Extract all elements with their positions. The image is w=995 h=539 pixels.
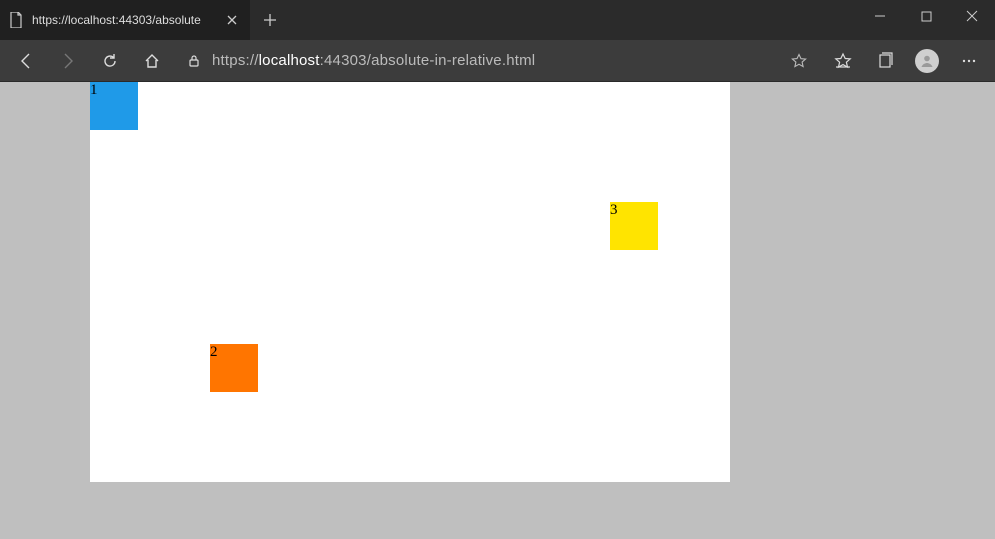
url-path: /absolute-in-relative.html (367, 52, 536, 69)
lock-icon (182, 54, 206, 68)
url-port: :44303 (320, 52, 367, 69)
box-label: 2 (210, 344, 218, 360)
window-minimize-button[interactable] (857, 0, 903, 32)
profile-button[interactable] (907, 43, 947, 79)
window-titlebar: https://localhost:44303/absolute (0, 0, 995, 40)
address-bar[interactable]: https://localhost:44303/absolute-in-rela… (178, 45, 817, 77)
refresh-button[interactable] (90, 43, 130, 79)
window-maximize-button[interactable] (903, 0, 949, 32)
box-3: 3 (610, 202, 658, 250)
box-2: 2 (210, 344, 258, 392)
collections-icon[interactable] (865, 43, 905, 79)
browser-viewport: 1 2 3 (0, 82, 995, 539)
box-1: 1 (90, 82, 138, 130)
favorites-hub-icon[interactable] (823, 43, 863, 79)
page-icon (8, 12, 24, 28)
tab-title: https://localhost:44303/absolute (32, 13, 216, 27)
url-protocol: https:// (212, 52, 259, 69)
favorite-icon[interactable] (785, 43, 813, 79)
tab-close-icon[interactable] (224, 12, 240, 28)
box-label: 3 (610, 202, 618, 218)
browser-toolbar: https://localhost:44303/absolute-in-rela… (0, 40, 995, 82)
back-button[interactable] (6, 43, 46, 79)
more-menu-icon[interactable] (949, 43, 989, 79)
new-tab-button[interactable] (250, 0, 290, 40)
window-controls (857, 0, 995, 32)
forward-button[interactable] (48, 43, 88, 79)
browser-tab[interactable]: https://localhost:44303/absolute (0, 0, 250, 40)
url-host: localhost (259, 52, 320, 69)
avatar-icon (915, 49, 939, 73)
window-close-button[interactable] (949, 0, 995, 32)
home-button[interactable] (132, 43, 172, 79)
page-container: 1 2 3 (90, 82, 730, 482)
url-text: https://localhost:44303/absolute-in-rela… (212, 52, 535, 69)
box-label: 1 (90, 82, 98, 98)
